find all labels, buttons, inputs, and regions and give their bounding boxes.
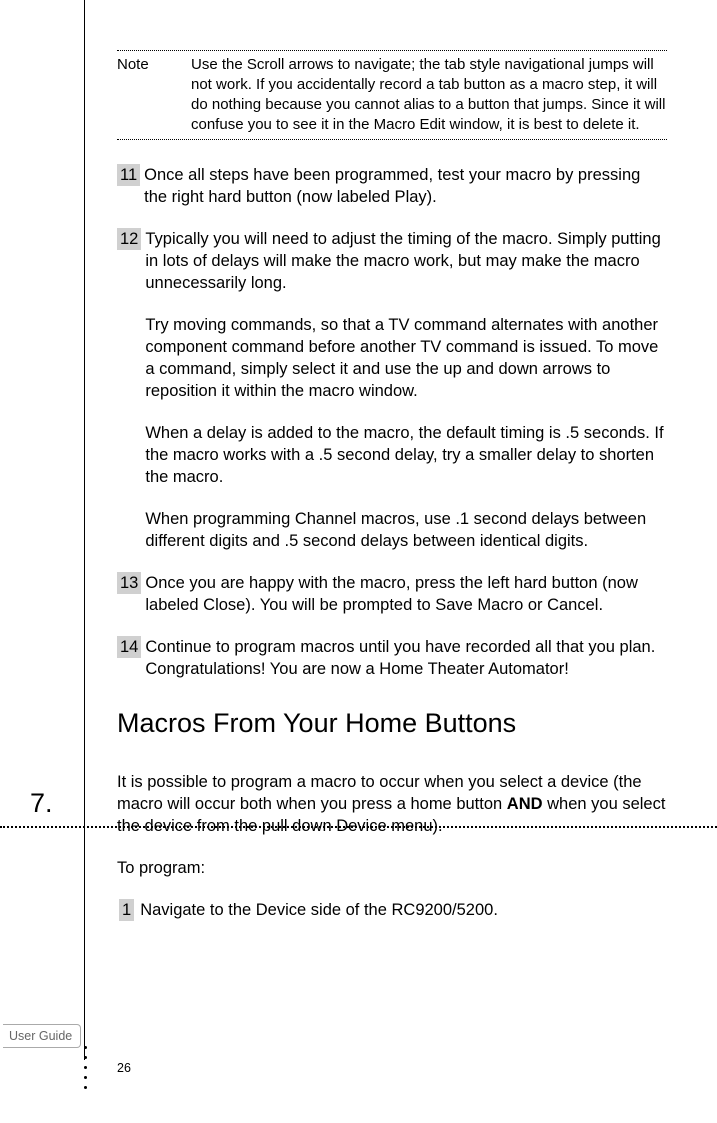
step-13: 13 Once you are happy with the macro, pr… — [117, 572, 667, 616]
step-number: 14 — [117, 636, 141, 658]
page-number: 26 — [117, 1061, 131, 1075]
footer-dots-decoration — [84, 1046, 87, 1096]
step-1: 1 Navigate to the Device side of the RC9… — [117, 899, 667, 921]
section-heading: Macros From Your Home Buttons — [117, 708, 667, 739]
step-text: Typically you will need to adjust the ti… — [145, 228, 667, 294]
step-number: 11 — [117, 164, 140, 186]
section-number: 7. — [30, 788, 53, 819]
step-text: When programming Channel macros, use .1 … — [145, 508, 667, 552]
note-label: Note — [117, 55, 191, 135]
step-text: Navigate to the Device side of the RC920… — [140, 899, 667, 921]
section-divider — [0, 826, 717, 828]
vertical-divider — [84, 0, 85, 1060]
step-14: 14 Continue to program macros until you … — [117, 636, 667, 680]
step-number: 12 — [117, 228, 141, 250]
intro-text-bold: AND — [507, 795, 543, 813]
note-block: Note Use the Scroll arrows to navigate; … — [117, 50, 667, 140]
step-text: Once you are happy with the macro, press… — [145, 572, 667, 616]
step-number: 1 — [119, 899, 134, 921]
note-text: Use the Scroll arrows to navigate; the t… — [191, 55, 667, 135]
step-text: Try moving commands, so that a TV comman… — [145, 314, 667, 402]
step-12: 12 Typically you will need to adjust the… — [117, 228, 667, 552]
step-number: 13 — [117, 572, 141, 594]
footer-user-guide-label: User Guide — [3, 1024, 81, 1048]
step-text: Once all steps have been programmed, tes… — [144, 164, 667, 208]
step-text: When a delay is added to the macro, the … — [145, 422, 667, 488]
to-program-label: To program: — [117, 857, 667, 879]
step-11: 11 Once all steps have been programmed, … — [117, 164, 667, 208]
step-text: Continue to program macros until you hav… — [145, 636, 667, 680]
